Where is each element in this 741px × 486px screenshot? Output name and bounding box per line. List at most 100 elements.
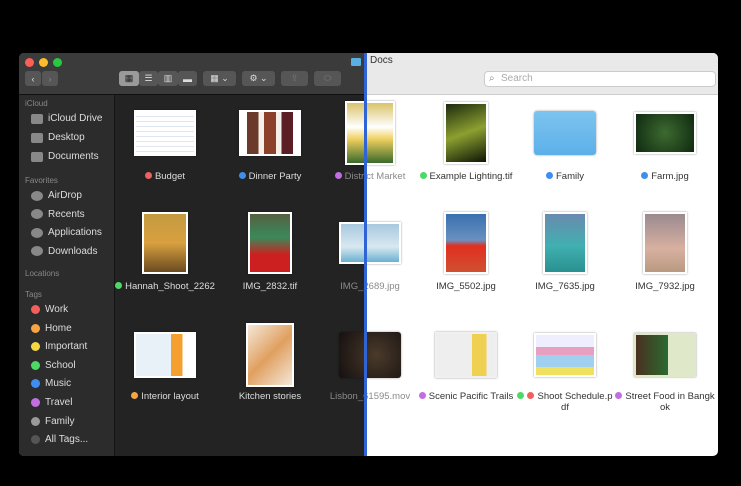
tag-button[interactable]: ⬭ xyxy=(314,71,341,86)
file-name: Farm.jpg xyxy=(615,171,715,182)
sidebar-item-label: All Tags... xyxy=(45,434,89,446)
sidebar-item-downloads[interactable]: Downloads xyxy=(31,246,97,257)
file-item[interactable]: IMG_7635.jpg xyxy=(515,212,615,292)
file-name: IMG_2832.tif xyxy=(220,281,320,292)
file-item[interactable]: District Market xyxy=(320,101,420,182)
file-item[interactable]: Street Food in Bangkok xyxy=(615,333,715,413)
file-name-text: Family xyxy=(556,171,584,182)
list-view-button[interactable]: ☰ xyxy=(139,71,158,86)
file-name: Hannah_Shoot_2262 xyxy=(115,281,215,292)
icloud-heading: iCloud xyxy=(25,99,48,108)
back-button[interactable]: ‹ xyxy=(25,71,41,86)
tag-dot-icon xyxy=(418,392,426,399)
tag-color-icon xyxy=(31,342,40,352)
action-gear-button[interactable]: ⚙ ⌄ xyxy=(242,71,275,86)
file-item[interactable]: Example Lighting.tif xyxy=(416,102,516,182)
file-thumbnail xyxy=(345,101,395,165)
sidebar-item-label: Recents xyxy=(48,208,85,220)
tag-dot-icon xyxy=(517,392,525,399)
sidebar-item-icloud-drive[interactable]: iCloud Drive xyxy=(31,113,102,124)
minimize-button[interactable] xyxy=(39,58,48,67)
locations-heading: Locations xyxy=(25,269,60,278)
sidebar-item-label: iCloud Drive xyxy=(48,113,103,124)
sidebar-tag-home[interactable]: Home xyxy=(31,323,72,334)
zoom-button[interactable] xyxy=(53,58,62,67)
file-item[interactable]: Lisbon_61595.mov xyxy=(320,332,420,402)
file-item[interactable]: IMG_7932.jpg xyxy=(615,212,715,292)
file-item[interactable]: Scenic Pacific Trails xyxy=(416,332,516,402)
file-name-text: Kitchen stories xyxy=(238,391,302,402)
file-thumbnail xyxy=(534,333,596,377)
file-thumbnail xyxy=(142,212,188,274)
file-item[interactable]: Budget xyxy=(115,110,215,182)
file-item[interactable]: Shoot Schedule.pdf xyxy=(515,333,615,413)
tag-color-icon xyxy=(31,416,40,426)
file-item[interactable]: Family xyxy=(515,111,615,182)
sidebar-item-label: Important xyxy=(45,341,88,353)
file-item[interactable]: IMG_2832.tif xyxy=(220,212,320,292)
file-item[interactable]: IMG_5502.jpg xyxy=(416,212,516,292)
sidebar-tag-important[interactable]: Important xyxy=(31,341,87,352)
file-thumbnail xyxy=(134,110,196,156)
file-thumbnail xyxy=(435,332,497,378)
gallery-view-button[interactable]: ▬ xyxy=(178,71,197,86)
sidebar-item-label: AirDrop xyxy=(48,190,82,201)
sidebar-item-recents[interactable]: Recents xyxy=(31,209,85,220)
group-button[interactable]: ▦ ⌄ xyxy=(203,71,236,86)
file-thumbnail xyxy=(134,332,196,378)
file-name: Example Lighting.tif xyxy=(416,171,516,182)
folder-icon xyxy=(534,111,596,155)
file-name-text: IMG_2689.jpg xyxy=(340,281,400,292)
file-item[interactable]: Farm.jpg xyxy=(615,112,715,182)
close-button[interactable] xyxy=(25,58,34,67)
file-name: Lisbon_61595.mov xyxy=(320,391,420,402)
file-item[interactable]: Dinner Party xyxy=(220,110,320,182)
sidebar-item-label: Work xyxy=(45,304,69,315)
search-input[interactable]: ⌕ Search xyxy=(484,71,716,87)
sidebar-item-label: Home xyxy=(45,322,72,334)
file-thumbnail xyxy=(634,333,696,377)
sidebar-tag-work[interactable]: Work xyxy=(31,304,68,315)
file-item[interactable]: Kitchen stories xyxy=(220,323,320,402)
icon-view-button[interactable]: ▦ xyxy=(119,71,139,86)
sidebar-tag-music[interactable]: Music xyxy=(31,378,71,389)
file-name-text: IMG_7932.jpg xyxy=(635,281,695,292)
file-name-text: Lisbon_61595.mov xyxy=(329,391,411,402)
tag-color-icon xyxy=(31,323,40,333)
file-name: IMG_2689.jpg xyxy=(320,281,420,292)
desktop-icon xyxy=(31,132,43,143)
sidebar-item-desktop[interactable]: Desktop xyxy=(31,132,85,143)
file-name-text: Hannah_Shoot_2262 xyxy=(125,281,215,292)
document-icon xyxy=(31,151,43,162)
share-button[interactable]: ⇪ xyxy=(281,71,308,86)
sidebar-item-applications[interactable]: Applications xyxy=(31,227,102,238)
sidebar-item-airdrop[interactable]: AirDrop xyxy=(31,190,82,201)
applications-icon xyxy=(31,227,43,238)
airdrop-icon xyxy=(31,190,43,201)
tag-dot-icon xyxy=(546,172,553,179)
file-thumbnail xyxy=(239,110,301,156)
file-item[interactable]: IMG_2689.jpg xyxy=(320,222,420,292)
file-item[interactable]: Interior layout xyxy=(115,332,215,402)
sidebar-tag-family[interactable]: Family xyxy=(31,416,74,427)
file-name-text: Interior layout xyxy=(141,391,199,402)
split-divider[interactable] xyxy=(364,53,367,456)
sidebar-item-label: Music xyxy=(45,378,72,390)
tag-dot-icon xyxy=(144,172,152,179)
column-view-button[interactable]: ▥ xyxy=(158,71,178,86)
sidebar-tag-school[interactable]: School xyxy=(31,360,76,371)
cloud-icon xyxy=(31,113,43,124)
forward-button[interactable]: › xyxy=(42,71,58,86)
file-thumbnail xyxy=(246,323,294,387)
sidebar-tag-travel[interactable]: Travel xyxy=(31,397,72,408)
sidebar-tag-alltags[interactable]: All Tags... xyxy=(31,434,88,445)
file-name: IMG_5502.jpg xyxy=(416,281,516,292)
file-thumbnail xyxy=(339,332,401,378)
file-thumbnail xyxy=(634,112,696,154)
file-thumbnail xyxy=(444,102,488,164)
tag-dot-icon xyxy=(419,172,427,179)
sidebar-item-label: Documents xyxy=(48,151,99,162)
sidebar-item-documents[interactable]: Documents xyxy=(31,151,99,162)
file-thumbnail xyxy=(543,212,587,274)
file-item[interactable]: Hannah_Shoot_2262 xyxy=(115,212,215,292)
